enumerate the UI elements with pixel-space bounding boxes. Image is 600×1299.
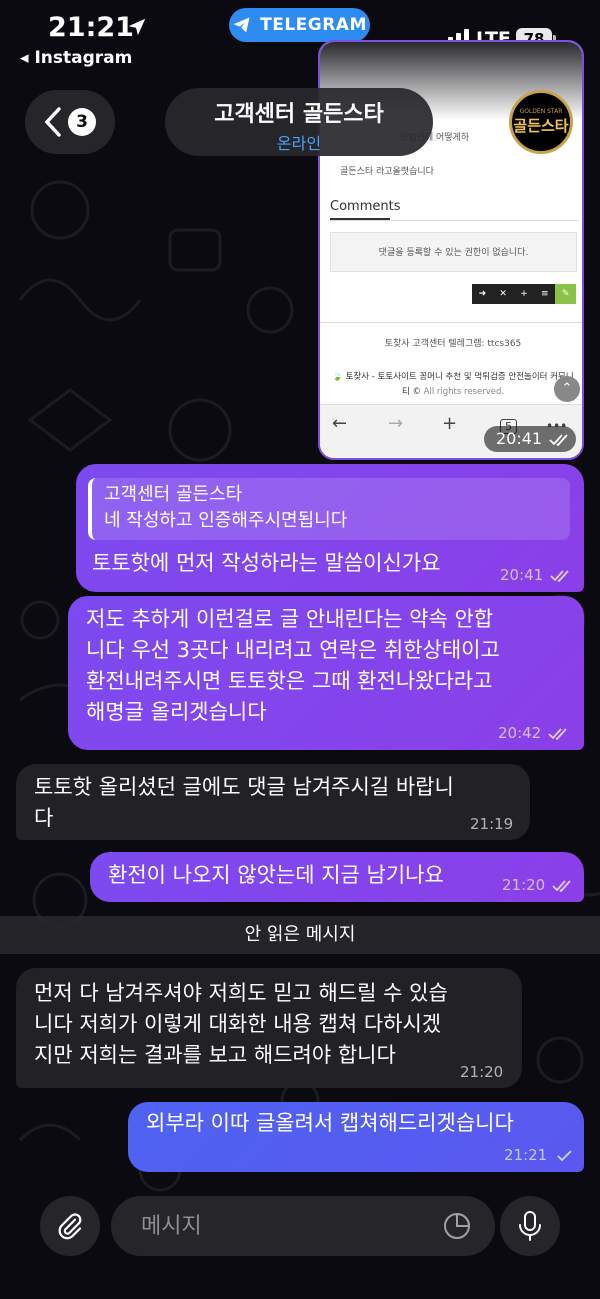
reply-text: 네 작성하고 인증해주시면됩니다: [104, 510, 348, 531]
message-bubble-incoming[interactable]: 먼저 다 남겨주셔야 저희도 믿고 해드릴 수 있습 니다 저희가 이렇게 대화…: [16, 968, 522, 1088]
copyright-prefix: 티 ©: [401, 387, 424, 397]
message-input[interactable]: [141, 1196, 431, 1256]
read-checks-icon: [550, 569, 569, 582]
telegram-pill-label: TELEGRAM: [260, 15, 367, 35]
microphone-button[interactable]: [500, 1196, 560, 1256]
message-input-container[interactable]: [111, 1196, 495, 1256]
message-text-line: 환전내려주시면 토토핫은 그때 환전나왔다라고: [86, 669, 493, 693]
message-time: 21:21: [504, 1146, 548, 1164]
paperclip-icon: [58, 1213, 82, 1240]
toolbar-tool: ✎: [555, 284, 576, 304]
message-text-line: 다: [34, 806, 54, 830]
screenshot-footer-telegram: 토찾사 고객센터 텔레그램: ttcs365: [384, 339, 522, 349]
read-checks-icon: [549, 433, 568, 446]
message-meta: 21:20: [502, 876, 572, 894]
message-time: 21:19: [470, 815, 514, 833]
chat-title[interactable]: 고객센터 골든스타 온라인: [165, 88, 433, 156]
divider: [330, 220, 578, 221]
reply-author: 고객센터 골든스타: [104, 484, 243, 505]
divider: [320, 322, 582, 323]
read-checks-icon: [548, 727, 567, 740]
reply-quote[interactable]: 고객센터 골든스타 네 작성하고 인증해주시면됩니다: [88, 478, 570, 540]
sent-check-icon: [557, 1149, 572, 1161]
attach-button[interactable]: [40, 1196, 100, 1256]
message-time: 20:42: [498, 724, 542, 742]
scroll-top-icon: ⌃: [554, 376, 580, 402]
chat-name: 고객센터 골든스타: [214, 102, 384, 127]
message-text-line: 니다 우선 3곳다 내리려고 연락은 취한상태이고: [86, 638, 500, 662]
message-time: 20:41: [496, 429, 543, 448]
message-text-line: 니다 저희가 이렇게 대화한 내용 캡쳐 다하시겠: [34, 1012, 442, 1036]
chat-status: 온라인: [276, 134, 322, 153]
telegram-pill[interactable]: TELEGRAM: [229, 8, 370, 42]
toolbar-tool: ➜: [478, 289, 487, 299]
status-time: 21:21: [48, 12, 134, 43]
microphone-icon: [519, 1211, 541, 1241]
read-checks-icon: [552, 879, 571, 892]
message-text: 외부라 이따 글올려서 캡쳐해드리겟습니다: [146, 1111, 514, 1135]
screenshot-no-permission-box: 댓글을 등록할 수 있는 권한이 없습니다.: [330, 232, 577, 272]
screenshot-footer-copyright: 티 © All rights reserved.: [320, 385, 582, 397]
avatar-subtext: GOLDEN STAR: [519, 108, 563, 115]
unread-divider: 안 읽은 메시지: [0, 916, 600, 954]
message-meta: 21:21: [504, 1146, 574, 1164]
toolbar-tool: ✕: [499, 289, 507, 299]
screenshot-footer-site: 🍃 토찾사 - 토토사이트 꽁머니 추천 및 먹튀검증 안전놀이터 커뮤니: [332, 372, 574, 382]
toolbar-tool: ≡: [541, 289, 549, 299]
message-meta: 20:41: [484, 426, 576, 452]
message-time: 21:20: [460, 1063, 504, 1081]
location-arrow-icon: [128, 18, 146, 36]
message-text: 환전이 나오지 않앗는데 지금 남기나요: [108, 863, 444, 887]
nav-back-icon: ←: [332, 413, 348, 434]
copyright-suffix: All rights reserved.: [423, 387, 505, 397]
message-time: 21:20: [502, 876, 546, 894]
telegram-icon: [233, 17, 250, 33]
unread-count-badge: 3: [68, 108, 96, 136]
back-to-app-link[interactable]: ◂ Instagram: [20, 48, 132, 68]
message-bubble-incoming[interactable]: 토토핫 올리셨던 글에도 댓글 남겨주시길 바랍니 다: [16, 764, 530, 840]
sticker-icon[interactable]: [441, 1210, 473, 1242]
message-meta: 20:42: [498, 724, 568, 742]
message-text-line: 토토핫 올리셨던 글에도 댓글 남겨주시길 바랍니: [34, 775, 454, 799]
avatar[interactable]: GOLDEN STAR 골든스타: [509, 90, 573, 154]
back-button[interactable]: 3: [25, 90, 115, 154]
message-text: 토토핫에 먼저 작성하라는 말씀이신가요: [92, 551, 441, 575]
message-text-line: 지만 저희는 결과를 보고 해드려야 합니다: [34, 1043, 396, 1067]
chevron-left-icon: [44, 107, 61, 137]
screenshot-comments-title: Comments: [330, 199, 401, 214]
message-text-line: 저도 추하게 이런걸로 글 안내린다는 약속 안합: [86, 607, 494, 631]
screenshot-line-text: 골든스타 라고올렷습니다: [340, 167, 434, 177]
nav-forward-icon: →: [388, 413, 404, 434]
message-meta: 20:41: [500, 566, 570, 584]
nav-new-tab-icon: +: [442, 413, 458, 434]
toolbar-tool: +: [520, 289, 528, 299]
message-text-line: 해명글 올리겟습니다: [86, 700, 267, 724]
avatar-text: 골든스타: [513, 117, 569, 135]
message-text-line: 먼저 다 남겨주셔야 저희도 믿고 해드릴 수 있습: [34, 981, 448, 1005]
divider: [330, 218, 390, 220]
message-time: 20:41: [500, 566, 544, 584]
screenshot-toolbar: ➜ ✕ + ≡ ✎: [472, 284, 576, 304]
